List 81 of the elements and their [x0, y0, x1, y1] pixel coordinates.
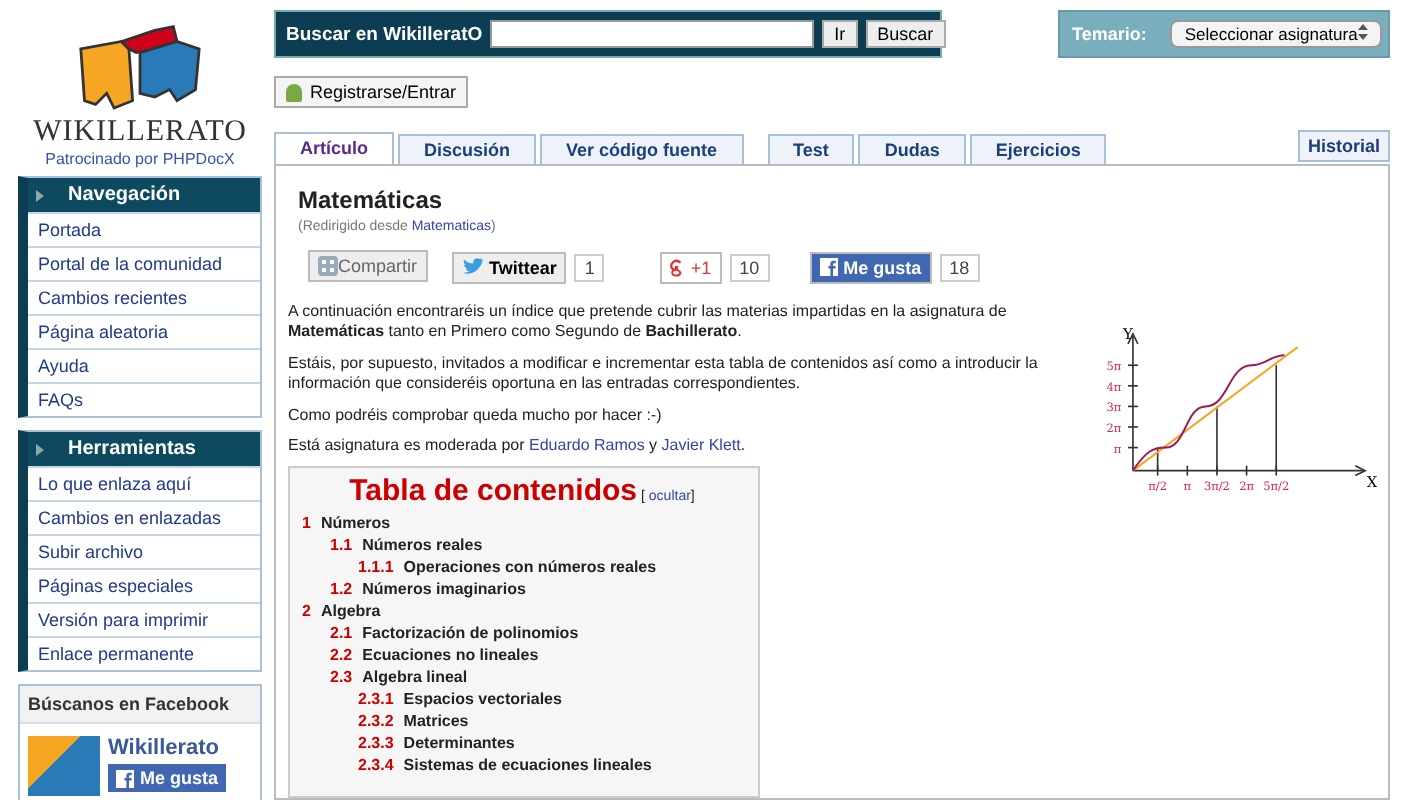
- plus-one-button[interactable]: +1: [660, 251, 722, 283]
- toc-number[interactable]: 2.3: [330, 666, 353, 689]
- author-link[interactable]: Javier Klett: [661, 435, 741, 454]
- search-label: Buscar en WikilleratO: [286, 23, 483, 45]
- triangle-icon: [36, 189, 44, 201]
- toc-link[interactable]: Algebra: [320, 600, 381, 623]
- tab[interactable]: Discusión: [398, 134, 537, 164]
- facebook-box-title: Búscanos en Facebook: [20, 686, 260, 724]
- facebook-icon: [819, 258, 838, 276]
- toc-number[interactable]: 2.3.3: [358, 732, 394, 755]
- sidebar-item[interactable]: Portal de la comunidad: [28, 246, 260, 280]
- toc-link[interactable]: Números: [320, 512, 391, 535]
- sidebar-item[interactable]: Página aleatoria: [28, 314, 260, 348]
- toc-link[interactable]: Algebra lineal: [362, 666, 468, 689]
- sidebar-item[interactable]: Subir archivo: [28, 534, 260, 568]
- logo-thumbnail: [28, 736, 100, 796]
- toc-title: Tabla de contenidos: [349, 474, 638, 509]
- share-icon: [318, 256, 338, 276]
- subject-dropdown[interactable]: Seleccionar asignatura: [1170, 20, 1382, 48]
- syllabus-label: Temario:: [1072, 24, 1147, 44]
- sidebar-item[interactable]: Cambios recientes: [28, 280, 260, 314]
- search-button[interactable]: Buscar: [865, 20, 946, 48]
- toc-link[interactable]: Factorización de polinomios: [362, 622, 579, 645]
- toc-number[interactable]: 2.2: [330, 644, 353, 667]
- toc-number[interactable]: 2.3.4: [358, 754, 394, 777]
- updown-arrows-icon: [1357, 24, 1368, 40]
- sidebar-heading: Navegación: [68, 184, 181, 206]
- login-button[interactable]: Registrarse/Entrar: [274, 76, 469, 108]
- sidebar-item[interactable]: Cambios en enlazadas: [28, 500, 260, 534]
- sidebar-heading: Herramientas: [68, 438, 196, 460]
- paragraph: Como podréis comprobar queda mucho por hacer :-): [288, 405, 664, 426]
- toc-number[interactable]: 2.3.1: [358, 688, 394, 711]
- triangle-icon: [36, 443, 44, 455]
- tab[interactable]: Test: [767, 134, 855, 164]
- toc-number[interactable]: 2.3.2: [358, 710, 394, 733]
- site-logo-text[interactable]: WIKILLERATO: [33, 116, 247, 150]
- sidebar-item[interactable]: Enlace permanente: [28, 636, 260, 670]
- go-button[interactable]: Ir: [822, 20, 858, 48]
- paragraph: Está asignatura es moderada por Eduardo Ramos y Javier Klett.: [288, 435, 748, 457]
- bird-icon: [461, 258, 484, 276]
- paragraph: Estáis, por supuesto, invitados a modificar e incrementar esta tabla de contenidos así como a introducir la información que consideréis oportuna en las entradas correspondientes.: [288, 353, 1040, 396]
- tab[interactable]: Ejercicios: [969, 134, 1107, 164]
- facebook-icon: [116, 769, 134, 787]
- sidebar-item[interactable]: Páginas especiales: [28, 568, 260, 602]
- toc-number[interactable]: 1.1: [330, 534, 353, 557]
- sidebar-item[interactable]: Portada: [28, 212, 260, 246]
- search-field[interactable]: [490, 20, 815, 48]
- share-count: 10: [729, 253, 770, 281]
- like-button[interactable]: Me gusta: [809, 251, 932, 283]
- paragraph: A continuación encontraréis un índice que pretende cubrir las materias impartidas en la asignatura de Matemáticas tanto en Primero como Segundo de Bachillerato.: [288, 302, 1009, 344]
- sidebar-item[interactable]: Versión para imprimir: [28, 602, 260, 636]
- toc-link[interactable]: Espacios vectoriales: [403, 688, 562, 711]
- share-count: 1: [574, 253, 605, 281]
- toc-link[interactable]: Números reales: [362, 534, 483, 557]
- toc-link[interactable]: Ecuaciones no lineales: [362, 644, 539, 667]
- toc-link[interactable]: Sistemas de ecuaciones lineales: [403, 754, 652, 777]
- sidebar-item[interactable]: Lo que enlaza aquí: [28, 466, 260, 500]
- author-link[interactable]: Eduardo Ramos: [529, 435, 645, 454]
- toc-link[interactable]: Determinantes: [403, 732, 515, 755]
- toc-link[interactable]: Matrices: [403, 710, 469, 733]
- share-button[interactable]: Compartir: [308, 250, 428, 282]
- toc-number[interactable]: 2.1: [330, 622, 353, 645]
- like-button[interactable]: Me gusta: [108, 764, 227, 792]
- facebook-page-link[interactable]: Wikillerato: [108, 736, 227, 760]
- g-plus-icon: [670, 257, 685, 277]
- toc-number[interactable]: 1: [302, 512, 311, 535]
- toc-link[interactable]: Números imaginarios: [362, 578, 526, 601]
- sidebar-item[interactable]: Ayuda: [28, 348, 260, 382]
- toc-number[interactable]: 2: [302, 600, 311, 623]
- share-count: 18: [939, 253, 980, 281]
- tweet-button[interactable]: Twittear: [451, 251, 567, 283]
- tab[interactable]: Ver código fuente: [540, 134, 744, 164]
- toc-number[interactable]: 1.1.1: [358, 556, 394, 579]
- tab[interactable]: Artículo: [274, 132, 395, 164]
- toc-link[interactable]: Operaciones con números reales: [403, 556, 657, 579]
- history-tab[interactable]: Historial: [1297, 130, 1390, 162]
- toc-number[interactable]: 1.2: [330, 578, 353, 601]
- page-title: Matemáticas: [298, 186, 445, 214]
- tab[interactable]: Dudas: [858, 134, 966, 164]
- sponsor-link[interactable]: Patrocinado por PHPDocX: [45, 150, 235, 168]
- sidebar-item[interactable]: FAQs: [28, 382, 260, 416]
